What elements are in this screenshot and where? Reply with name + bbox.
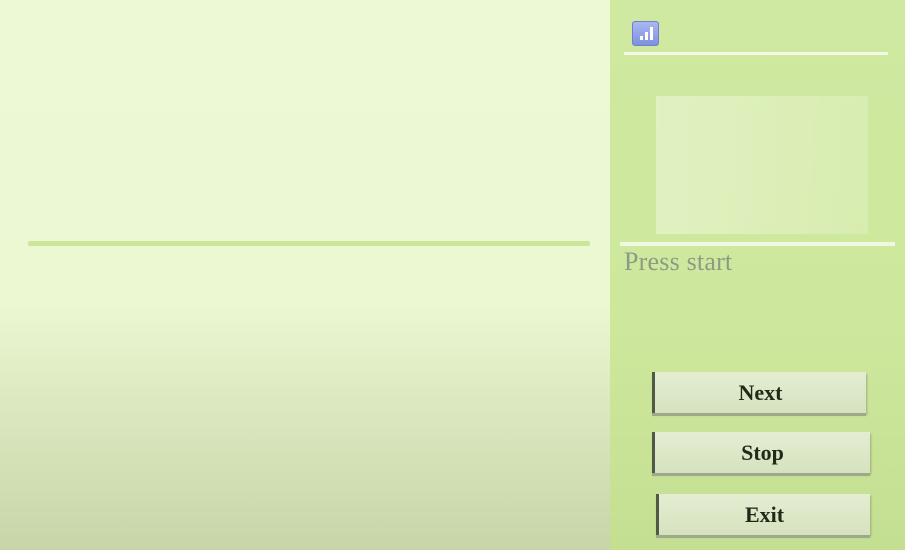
panel-divider-bottom bbox=[620, 242, 895, 246]
exit-button[interactable]: Exit bbox=[656, 494, 870, 535]
preview-area bbox=[656, 96, 868, 234]
play-area[interactable] bbox=[0, 0, 610, 550]
stop-button[interactable]: Stop bbox=[652, 432, 870, 473]
next-button[interactable]: Next bbox=[652, 372, 866, 413]
play-area-divider bbox=[28, 241, 590, 246]
panel-divider-top bbox=[624, 52, 888, 55]
bar-chart-icon[interactable] bbox=[632, 21, 659, 46]
status-message: Press start bbox=[624, 247, 733, 276]
game-window: Press start Next Stop Exit bbox=[0, 0, 905, 550]
side-panel: Press start Next Stop Exit bbox=[610, 0, 905, 550]
